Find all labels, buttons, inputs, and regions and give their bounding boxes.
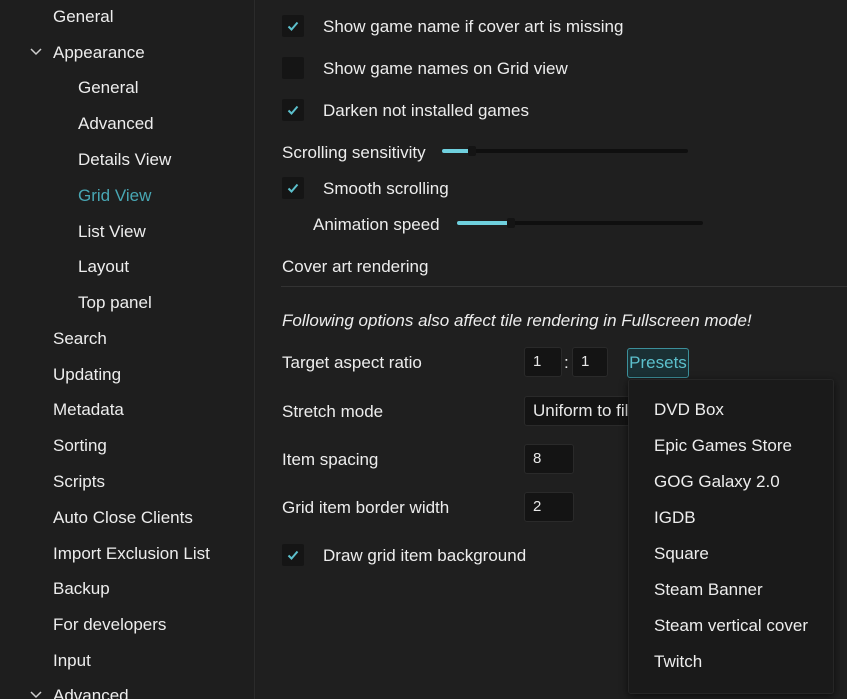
stretch-mode-label: Stretch mode: [282, 402, 384, 421]
sidebar-item-grid-view[interactable]: Grid View: [78, 185, 151, 207]
aspect-width-input[interactable]: 1: [524, 347, 562, 377]
scrolling-sensitivity-label: Scrolling sensitivity: [282, 143, 426, 162]
sidebar-item-appearance-advanced[interactable]: Advanced: [78, 113, 154, 135]
sidebar-item-input[interactable]: Input: [53, 650, 91, 672]
sidebar-item-general[interactable]: General: [53, 6, 113, 28]
preset-twitch[interactable]: Twitch: [654, 651, 702, 673]
presets-button[interactable]: Presets: [627, 348, 689, 378]
sidebar-item-layout[interactable]: Layout: [78, 256, 129, 278]
checkmark-icon: [287, 183, 299, 193]
aspect-separator: :: [564, 353, 569, 372]
sidebar-item-list-view[interactable]: List View: [78, 221, 146, 243]
draw-grid-item-background-label: Draw grid item background: [323, 546, 527, 565]
sidebar-item-appearance-general[interactable]: General: [78, 77, 138, 99]
animation-speed-slider[interactable]: [457, 218, 703, 228]
sidebar-item-sorting[interactable]: Sorting: [53, 435, 107, 457]
darken-not-installed-checkbox[interactable]: [282, 99, 304, 121]
slider-thumb[interactable]: [468, 146, 476, 156]
preset-dvd-box[interactable]: DVD Box: [654, 399, 724, 421]
smooth-scrolling-checkbox[interactable]: [282, 177, 304, 199]
animation-speed-label: Animation speed: [313, 215, 440, 234]
preset-gog-galaxy[interactable]: GOG Galaxy 2.0: [654, 471, 780, 493]
presets-menu: DVD Box Epic Games Store GOG Galaxy 2.0 …: [628, 379, 834, 694]
item-spacing-label: Item spacing: [282, 450, 379, 469]
preset-square[interactable]: Square: [654, 543, 709, 565]
chevron-down-icon[interactable]: [29, 688, 43, 699]
show-game-names-grid-label: Show game names on Grid view: [323, 59, 568, 78]
sidebar-item-advanced[interactable]: Advanced: [53, 685, 129, 699]
checkmark-icon: [287, 550, 299, 560]
chevron-down-icon[interactable]: [29, 45, 43, 59]
sidebar-item-backup[interactable]: Backup: [53, 578, 110, 600]
darken-not-installed-label: Darken not installed games: [323, 101, 530, 120]
grid-item-border-width-label: Grid item border width: [282, 498, 450, 517]
settings-sidebar: General Appearance General Advanced Deta…: [0, 0, 255, 699]
draw-grid-item-background-checkbox[interactable]: [282, 544, 304, 566]
sidebar-item-for-developers[interactable]: For developers: [53, 614, 166, 636]
fullscreen-note: Following options also affect tile rende…: [282, 311, 752, 330]
sidebar-item-details-view[interactable]: Details View: [78, 149, 171, 171]
target-aspect-ratio-label: Target aspect ratio: [282, 353, 422, 372]
preset-steam-banner[interactable]: Steam Banner: [654, 579, 763, 601]
slider-thumb[interactable]: [507, 218, 515, 228]
checkmark-icon: [287, 21, 299, 31]
checkmark-icon: [287, 105, 299, 115]
show-game-name-missing-cover-checkbox[interactable]: [282, 15, 304, 37]
preset-igdb[interactable]: IGDB: [654, 507, 696, 529]
sidebar-item-updating[interactable]: Updating: [53, 364, 121, 386]
slider-fill: [457, 221, 511, 225]
sidebar-item-scripts[interactable]: Scripts: [53, 471, 105, 493]
smooth-scrolling-label: Smooth scrolling: [323, 179, 449, 198]
section-divider: [281, 286, 847, 287]
scrolling-sensitivity-slider[interactable]: [442, 146, 688, 156]
show-game-name-missing-cover-label: Show game name if cover art is missing: [323, 17, 624, 36]
show-game-names-grid-checkbox[interactable]: [282, 57, 304, 79]
preset-steam-vertical-cover[interactable]: Steam vertical cover: [654, 615, 808, 637]
sidebar-item-top-panel[interactable]: Top panel: [78, 292, 152, 314]
sidebar-item-appearance[interactable]: Appearance: [53, 42, 145, 64]
sidebar-item-metadata[interactable]: Metadata: [53, 399, 124, 421]
sidebar-item-import-exclusion-list[interactable]: Import Exclusion List: [53, 543, 210, 565]
aspect-height-input[interactable]: 1: [572, 347, 608, 377]
preset-epic-games-store[interactable]: Epic Games Store: [654, 435, 792, 457]
grid-item-border-width-input[interactable]: 2: [524, 492, 574, 522]
item-spacing-input[interactable]: 8: [524, 444, 574, 474]
stretch-mode-combobox[interactable]: Uniform to fill: [524, 396, 634, 426]
sidebar-item-auto-close-clients[interactable]: Auto Close Clients: [53, 507, 193, 529]
cover-art-rendering-heading: Cover art rendering: [282, 257, 429, 276]
sidebar-item-search[interactable]: Search: [53, 328, 107, 350]
